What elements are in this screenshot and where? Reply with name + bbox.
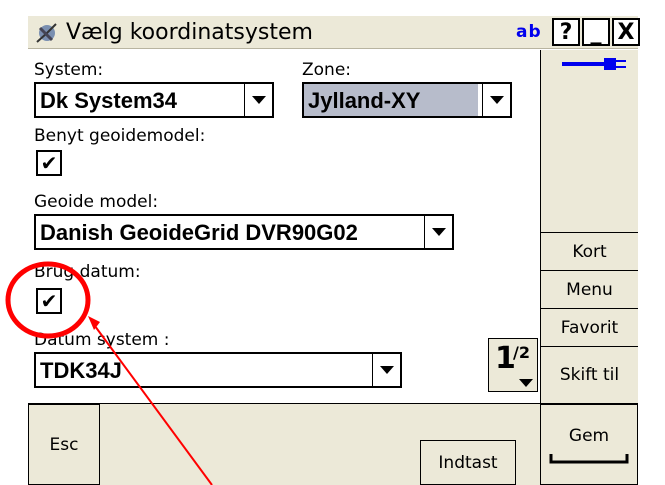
system-dropdown-button[interactable] xyxy=(244,84,272,116)
input-mode-indicator[interactable]: ab xyxy=(516,22,542,42)
page-total: /2 xyxy=(513,343,530,362)
indtast-button[interactable]: Indtast xyxy=(420,440,516,485)
gem-label: Gem xyxy=(568,425,610,446)
menu-button[interactable]: Menu xyxy=(540,270,638,308)
minimize-button[interactable]: _ xyxy=(582,18,610,46)
zone-select[interactable]: Jylland-XY xyxy=(302,82,512,118)
chevron-down-icon xyxy=(489,96,504,104)
geoid-model-label: Geoide model: xyxy=(34,192,159,212)
system-value: Dk System34 xyxy=(40,88,177,113)
gem-button[interactable]: Gem xyxy=(540,404,638,485)
system-select[interactable]: Dk System34 xyxy=(34,82,274,118)
system-label: System: xyxy=(34,60,104,80)
geoid-checkbox-label: Benyt geoidemodel: xyxy=(34,126,206,146)
zone-dropdown-button[interactable] xyxy=(482,84,510,116)
datum-system-value: TDK34J xyxy=(40,358,122,383)
kort-button[interactable]: Kort xyxy=(540,232,638,270)
chevron-down-icon xyxy=(431,228,446,236)
esc-button[interactable]: Esc xyxy=(28,404,100,485)
window-title: Vælg koordinatsystem xyxy=(66,20,313,45)
datum-checkbox-label: Brug datum: xyxy=(34,262,141,282)
datum-checkbox[interactable]: ✔ xyxy=(36,288,62,314)
favorit-button[interactable]: Favorit xyxy=(540,308,638,346)
satellite-icon xyxy=(36,23,57,43)
chevron-down-icon xyxy=(379,366,394,374)
page-toggle-button[interactable]: 1 /2 xyxy=(488,338,538,392)
datum-system-label: Datum system : xyxy=(34,330,170,350)
zone-label: Zone: xyxy=(302,60,352,80)
close-button[interactable]: X xyxy=(612,18,640,46)
geoid-model-value: Danish GeoideGrid DVR90G02 xyxy=(40,220,358,245)
help-button[interactable]: ? xyxy=(552,18,580,46)
geoid-model-dropdown-button[interactable] xyxy=(424,216,452,248)
enter-key-icon xyxy=(549,453,629,463)
skift-til-button[interactable]: Skift til xyxy=(540,346,638,403)
geoid-model-select[interactable]: Danish GeoideGrid DVR90G02 xyxy=(34,214,454,250)
chevron-down-icon xyxy=(519,379,533,387)
zone-value: Jylland-XY xyxy=(308,88,421,113)
datum-system-select[interactable]: TDK34J xyxy=(34,352,402,388)
datum-system-dropdown-button[interactable] xyxy=(372,354,400,386)
chevron-down-icon xyxy=(251,96,266,104)
geoid-checkbox[interactable]: ✔ xyxy=(36,150,62,176)
power-plug-icon xyxy=(562,58,626,70)
